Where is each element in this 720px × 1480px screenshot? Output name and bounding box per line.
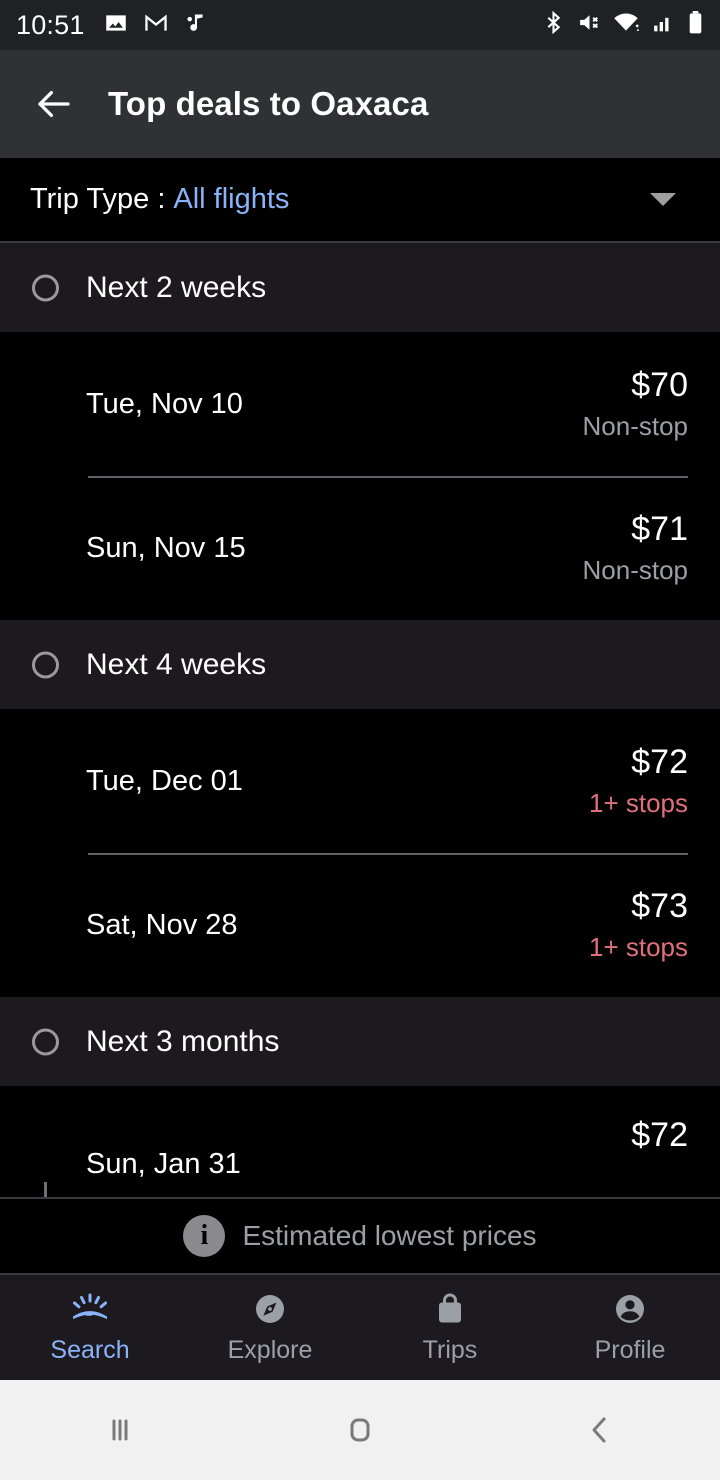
deal-row[interactable]: Tue, Dec 01 $72 1+ stops xyxy=(0,709,720,853)
nav-label: Trips xyxy=(422,1336,478,1364)
bag-icon xyxy=(433,1290,467,1328)
nav-item-profile[interactable]: Profile xyxy=(540,1290,720,1365)
section-title: Next 2 weeks xyxy=(86,270,267,304)
cellular-signal-icon xyxy=(651,10,676,40)
trip-type-filter[interactable]: Trip Type : All flights xyxy=(0,158,720,243)
status-bar-notification-icons xyxy=(103,10,209,41)
home-icon xyxy=(350,1418,370,1442)
deal-price-block: $72 xyxy=(631,1116,688,1155)
image-icon xyxy=(103,10,129,41)
deal-date: Tue, Nov 10 xyxy=(86,387,243,420)
estimated-prices-footer: i Estimated lowest prices xyxy=(0,1197,720,1275)
nav-label: Search xyxy=(50,1336,130,1364)
page-title: Top deals to Oaxaca xyxy=(108,85,429,122)
chevron-down-icon[interactable] xyxy=(650,193,676,206)
deal-price-block: $73 1+ stops xyxy=(589,887,688,963)
deal-date: Sun, Nov 15 xyxy=(86,531,246,564)
deal-date: Sun, Jan 31 xyxy=(86,1148,241,1180)
recents-icon xyxy=(112,1419,128,1441)
timeline-marker-icon xyxy=(32,274,59,301)
app-screen: 10:51 Top deals to Oaxaca Trip Type: Al… xyxy=(0,0,720,1480)
deal-stops: 1+ stops xyxy=(588,788,688,818)
status-bar: 10:51 xyxy=(0,0,720,50)
back-chevron-icon xyxy=(592,1417,606,1443)
deal-date: Tue, Dec 01 xyxy=(86,764,243,797)
bottom-navigation: Search Explore Trips Profile xyxy=(0,1275,720,1380)
home-button[interactable] xyxy=(240,1413,480,1447)
deal-row[interactable]: Sun, Jan 31 $72 xyxy=(0,1086,720,1182)
deal-stops: Non-stop xyxy=(582,411,689,441)
music-note-icon xyxy=(183,10,209,41)
deal-price-block: $72 1+ stops xyxy=(589,743,688,819)
section-title: Next 4 weeks xyxy=(86,647,267,681)
wifi-icon xyxy=(613,10,640,40)
status-bar-time: 10:51 xyxy=(16,9,85,40)
back-arrow-icon xyxy=(38,90,70,118)
nav-label: Explore xyxy=(227,1336,313,1364)
deal-price-block: $70 Non-stop xyxy=(583,366,689,442)
deal-price: $73 xyxy=(631,887,688,925)
deal-price-block: $71 Non-stop xyxy=(583,510,689,586)
deal-row[interactable]: Sun, Nov 15 $71 Non-stop xyxy=(0,476,720,620)
deal-price: $72 xyxy=(631,1116,688,1154)
trip-type-label: Trip Type : xyxy=(30,183,166,215)
compass-icon xyxy=(252,1290,288,1328)
section-header: Next 2 weeks xyxy=(0,243,720,332)
deal-date: Sat, Nov 28 xyxy=(86,908,238,941)
deals-list[interactable]: Next 2 weeks Tue, Nov 10 $70 Non-stop Su… xyxy=(0,243,720,1197)
trip-type-value[interactable]: All flights xyxy=(173,183,289,216)
nav-item-trips[interactable]: Trips xyxy=(360,1290,540,1365)
deal-row[interactable]: Sat, Nov 28 $73 1+ stops xyxy=(0,853,720,997)
timeline-marker-icon xyxy=(32,651,59,678)
nav-label: Profile xyxy=(594,1336,666,1364)
flight-search-sunrise-icon xyxy=(69,1290,111,1328)
deal-row[interactable]: Tue, Nov 10 $70 Non-stop xyxy=(0,332,720,476)
android-system-nav xyxy=(0,1380,720,1480)
timeline-marker-icon xyxy=(32,1028,59,1055)
deal-price: $72 xyxy=(631,743,688,781)
bluetooth-icon xyxy=(541,10,566,40)
back-button-system[interactable] xyxy=(480,1413,720,1447)
deal-price: $70 xyxy=(631,366,688,404)
status-bar-system-icons xyxy=(541,10,704,41)
volume-mute-icon xyxy=(577,10,602,40)
battery-icon xyxy=(687,10,704,41)
deal-stops: Non-stop xyxy=(582,555,689,585)
deal-price: $71 xyxy=(631,510,688,548)
person-icon xyxy=(612,1290,648,1328)
recents-button[interactable] xyxy=(0,1413,240,1447)
deal-stops: 1+ stops xyxy=(588,932,688,962)
info-icon[interactable]: i xyxy=(183,1215,226,1257)
section-header: Next 3 months xyxy=(0,997,720,1086)
nav-item-search[interactable]: Search xyxy=(0,1290,180,1365)
gmail-icon xyxy=(143,10,169,41)
estimated-prices-text: Estimated lowest prices xyxy=(242,1220,537,1251)
nav-item-explore[interactable]: Explore xyxy=(180,1290,360,1365)
app-toolbar: Top deals to Oaxaca xyxy=(0,50,720,158)
section-header: Next 4 weeks xyxy=(0,620,720,709)
section-title: Next 3 months xyxy=(86,1024,280,1058)
back-button[interactable] xyxy=(26,76,82,132)
